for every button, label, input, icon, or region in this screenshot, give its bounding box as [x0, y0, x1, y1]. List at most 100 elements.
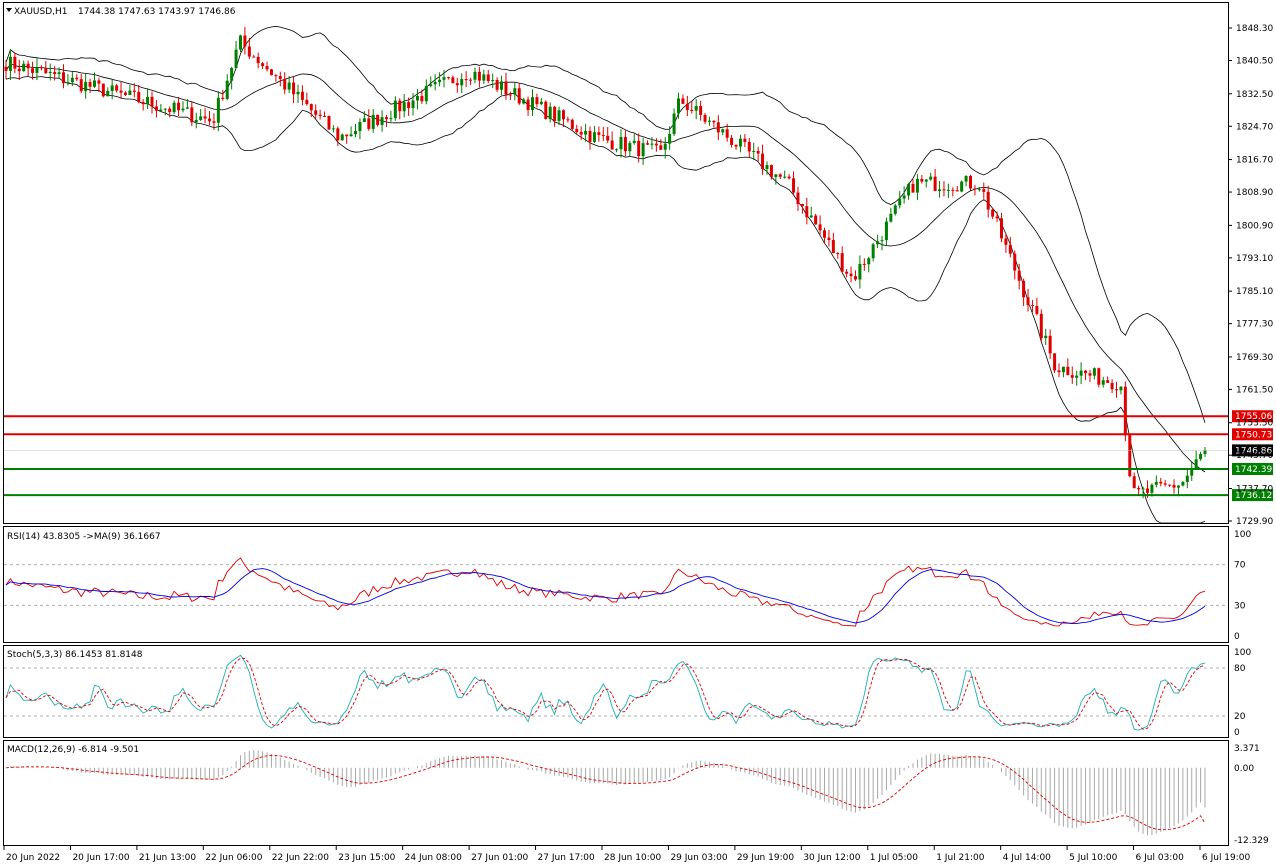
- level-price-label: 1742.39: [1235, 465, 1272, 475]
- price-tick-label: 1793.10: [1236, 254, 1273, 264]
- candle-body: [278, 76, 282, 79]
- price-tick-label: 1737.70: [1236, 485, 1273, 495]
- candle-body: [17, 68, 21, 72]
- candle-body: [137, 91, 141, 103]
- candle-body: [1079, 370, 1083, 376]
- time-tick-label: 1 Jul 21:00: [936, 853, 985, 863]
- price-tick-label: 1848.30: [1236, 24, 1273, 34]
- time-tick-label: 27 Jun 17:00: [538, 853, 595, 863]
- candle-body: [836, 253, 840, 255]
- candle-body: [610, 140, 614, 150]
- candle-body: [960, 181, 964, 192]
- candle-body: [48, 71, 52, 74]
- candle-body: [796, 192, 800, 204]
- candle-body: [256, 56, 260, 64]
- horizontal-levels[interactable]: 1755.061750.731742.391736.121746.86: [4, 410, 1273, 502]
- candle-body: [659, 145, 663, 150]
- price-tick-label: 1816.70: [1236, 156, 1273, 166]
- time-tick-label: 22 Jun 06:00: [205, 853, 262, 863]
- macd-tick-label: 3.371: [1234, 744, 1260, 754]
- candle-body: [1159, 481, 1163, 484]
- candle-body: [654, 143, 658, 146]
- candle-body: [345, 134, 349, 137]
- candle-body: [924, 179, 928, 182]
- candle-body: [331, 128, 335, 130]
- candle-body: [384, 117, 388, 120]
- candle-body: [561, 110, 565, 120]
- candle-body: [1053, 353, 1057, 371]
- candle-body: [827, 237, 831, 241]
- time-tick-label: 5 Jul 10:00: [1069, 853, 1118, 863]
- candle-body: [756, 150, 760, 154]
- time-tick-label: 20 Jun 17:00: [72, 853, 129, 863]
- candle-body: [663, 143, 667, 150]
- price-tick-label: 1800.90: [1236, 221, 1273, 231]
- candle-body: [637, 140, 641, 157]
- stoch-tick-label: 80: [1234, 664, 1246, 674]
- candle-body: [221, 97, 225, 99]
- candle-body: [774, 174, 778, 177]
- candle-body: [920, 178, 924, 182]
- candle-body: [853, 276, 857, 280]
- candle-body: [181, 108, 185, 111]
- candle-body: [477, 71, 481, 81]
- candle-body: [566, 119, 570, 121]
- candle-body: [672, 113, 676, 135]
- candle-body: [146, 96, 150, 104]
- candle-body: [685, 103, 689, 111]
- candle-body: [787, 176, 791, 179]
- price-tick-label: 1808.90: [1236, 188, 1273, 198]
- candle-body: [641, 143, 645, 157]
- candle-body: [973, 188, 977, 190]
- candle-body: [814, 215, 818, 225]
- candle-body: [1168, 484, 1172, 486]
- time-tick-label: 29 Jun 03:00: [670, 853, 727, 863]
- candle-body: [230, 68, 234, 81]
- candle-body: [1128, 435, 1132, 477]
- candle-body: [1163, 483, 1167, 485]
- candle-body: [1145, 488, 1149, 493]
- candle-body: [420, 95, 424, 102]
- candle-body: [101, 83, 105, 97]
- candle-body: [380, 117, 384, 125]
- candle-body: [911, 183, 915, 193]
- candle-body: [53, 71, 57, 75]
- candle-body: [933, 176, 937, 192]
- candle-body: [216, 97, 220, 123]
- candle-body: [1194, 459, 1198, 469]
- time-tick-label: 21 Jun 13:00: [139, 853, 196, 863]
- candle-body: [849, 273, 853, 277]
- candle-body: [26, 63, 30, 69]
- candle-body: [314, 110, 318, 115]
- time-tick-label: 4 Jul 14:00: [1003, 853, 1052, 863]
- candle-body: [1101, 380, 1105, 385]
- candle-body: [482, 74, 486, 81]
- candle-body: [305, 99, 309, 105]
- candle-body: [884, 221, 888, 241]
- candle-body: [106, 91, 110, 97]
- candle-body: [438, 79, 442, 82]
- candle-body: [75, 77, 79, 80]
- candle-body: [584, 130, 588, 135]
- candle-body: [446, 77, 450, 79]
- candle-body: [955, 190, 959, 192]
- candle-body: [354, 131, 358, 135]
- macd-tick-label: 0.00: [1234, 764, 1254, 774]
- candle-body: [486, 74, 490, 81]
- candle-body: [8, 56, 12, 71]
- candle-body: [986, 191, 990, 210]
- symbol-dropdown-icon[interactable]: [6, 8, 12, 12]
- candle-body: [579, 132, 583, 135]
- stoch-tick-label: 100: [1234, 648, 1251, 658]
- trading-chart[interactable]: 1755.061750.731742.391736.121746.86 1848…: [0, 0, 1276, 867]
- candle-body: [898, 198, 902, 206]
- candle-body: [300, 91, 304, 100]
- candle-body: [309, 104, 313, 111]
- candle-body: [287, 82, 291, 90]
- price-tick-label: 1777.30: [1236, 320, 1273, 330]
- candle-body: [92, 80, 96, 87]
- candle-body: [39, 67, 43, 69]
- candle-body: [597, 132, 601, 135]
- candle-body: [4, 66, 8, 71]
- candle-body: [35, 67, 39, 73]
